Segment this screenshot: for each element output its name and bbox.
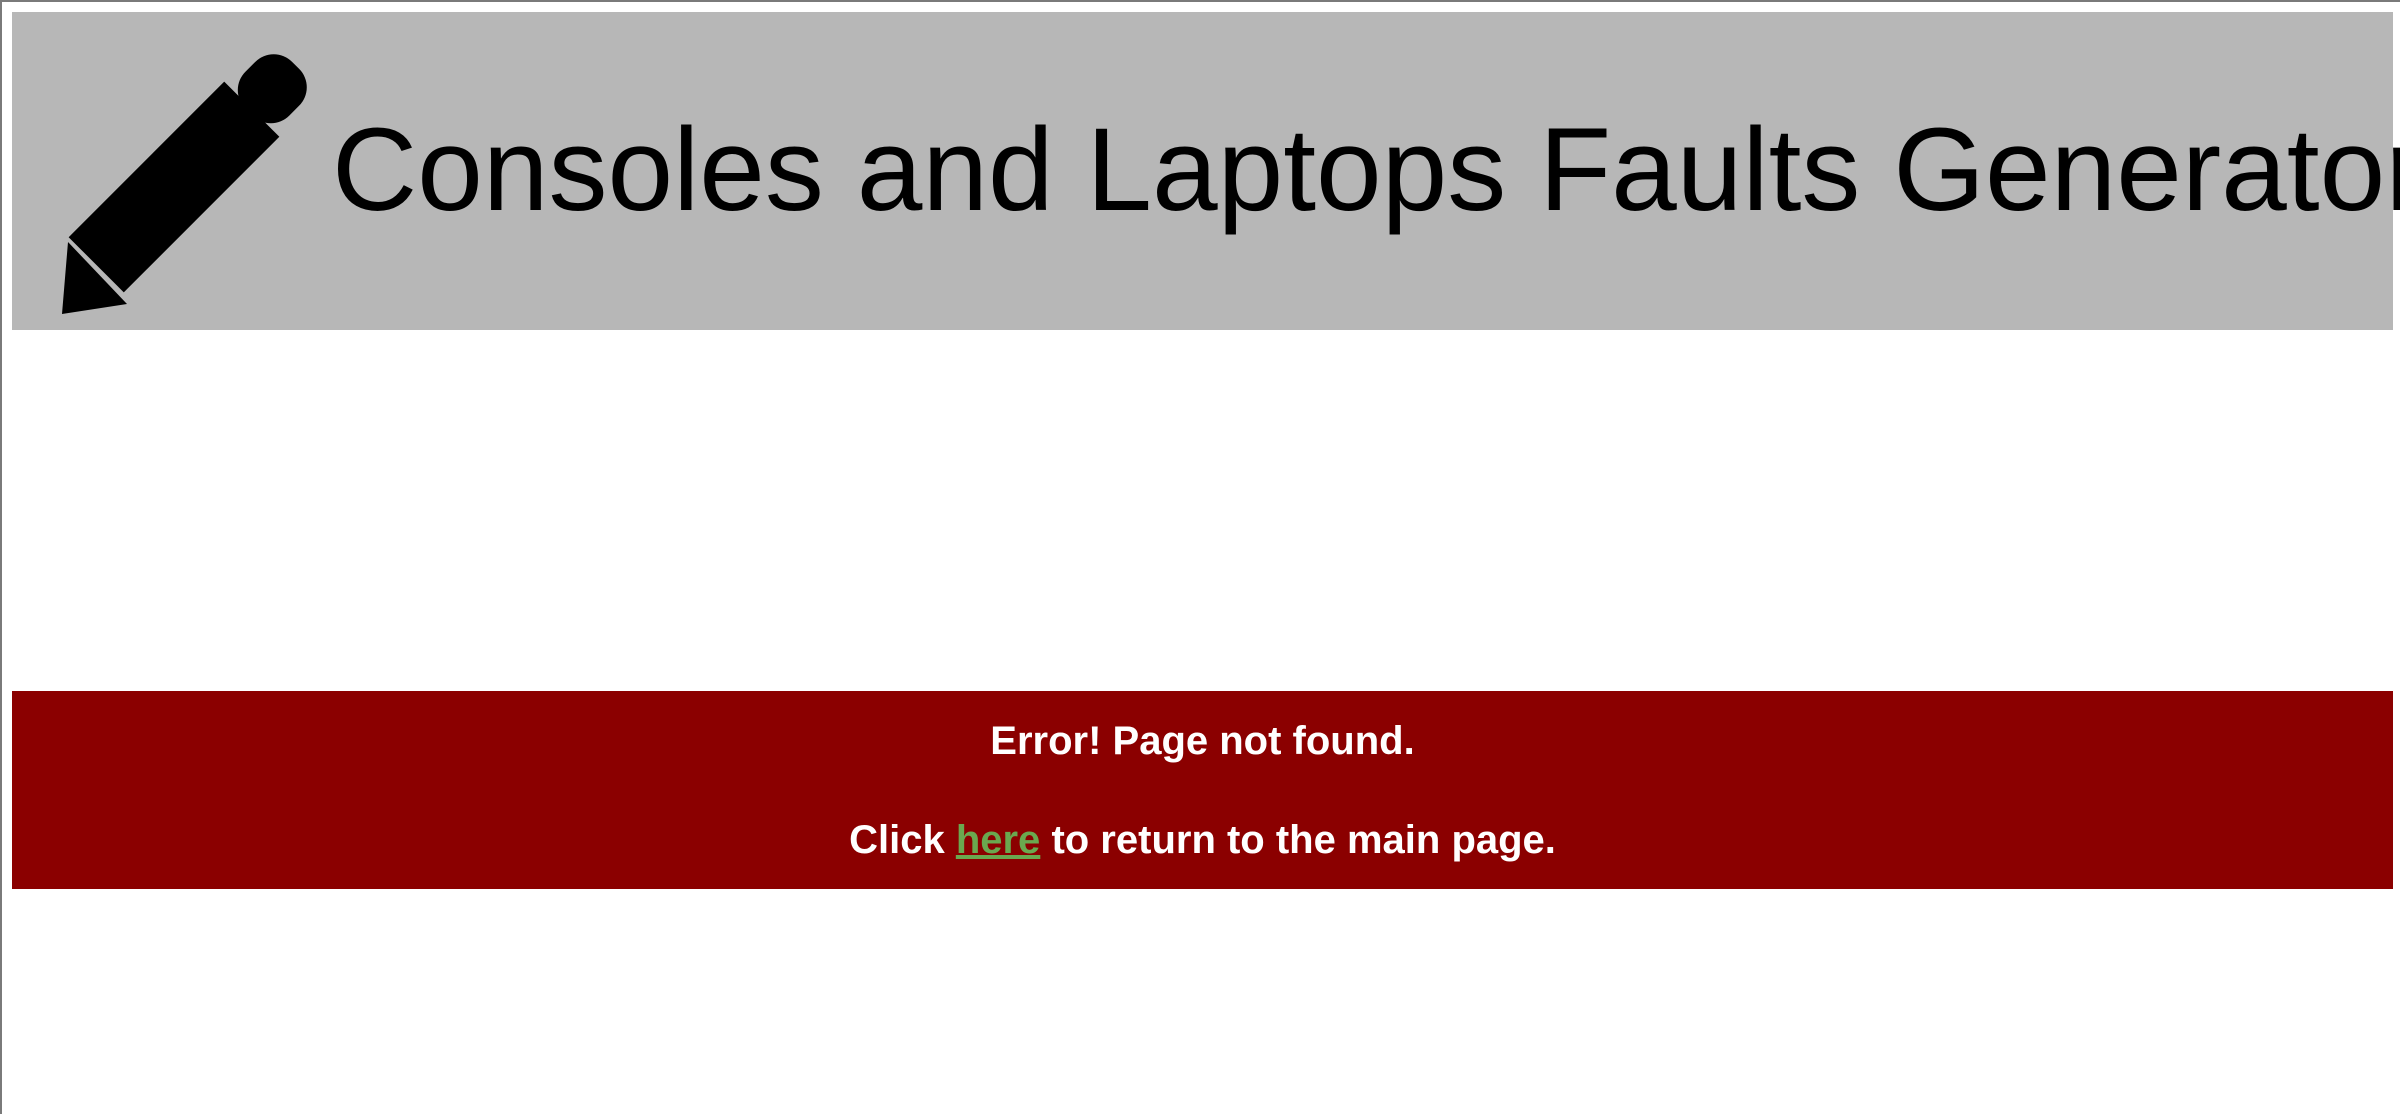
return-suffix: to return to the main page. bbox=[1051, 818, 1556, 862]
page-title: Consoles and Laptops Faults Generator bbox=[332, 104, 2400, 236]
here-link[interactable]: here bbox=[956, 818, 1041, 862]
page: Consoles and Laptops Faults Generator Er… bbox=[0, 0, 2400, 1114]
error-panel: Error! Page not found. Click here to ret… bbox=[12, 691, 2393, 889]
return-instructions: Click here to return to the main page. bbox=[12, 816, 2393, 864]
header-banner: Consoles and Laptops Faults Generator bbox=[12, 12, 2400, 330]
pencil-icon bbox=[62, 54, 307, 314]
error-message: Error! Page not found. bbox=[990, 719, 1415, 763]
return-prefix: Click bbox=[849, 818, 945, 862]
